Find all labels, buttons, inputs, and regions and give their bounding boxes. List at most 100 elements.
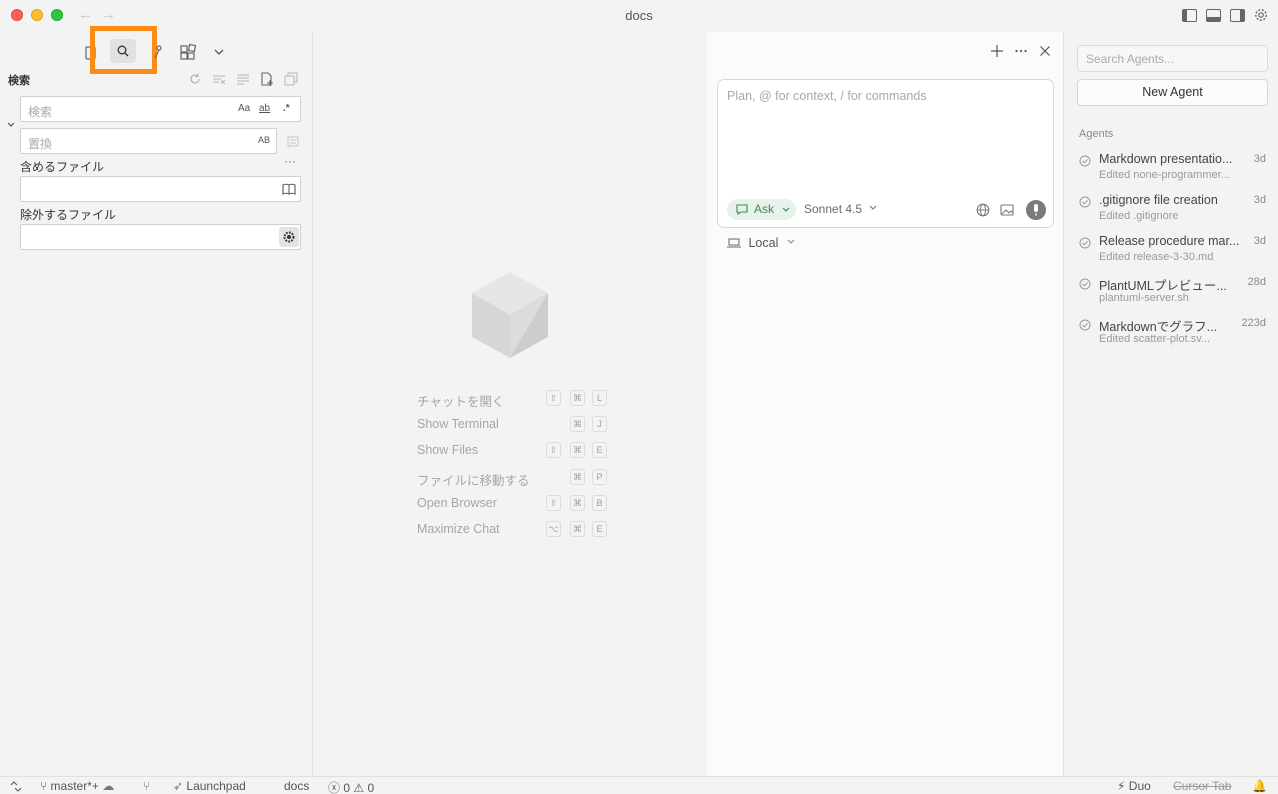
shortcut-key: E (592, 442, 607, 458)
globe-icon[interactable] (976, 203, 990, 217)
shortcut-key: L (592, 390, 607, 406)
cursor-tab-toggle[interactable]: Cursor Tab (1173, 779, 1231, 793)
shortcut-row[interactable]: Maximize Chat ⌥ ⌘ E (417, 521, 617, 539)
completed-check-icon (1079, 196, 1091, 208)
shortcut-key: ⌘ (570, 390, 585, 406)
replace-input[interactable]: 置換 AB (20, 128, 277, 154)
microphone-icon (1034, 204, 1038, 216)
shortcut-key: ⌘ (570, 495, 585, 511)
image-icon[interactable] (1000, 204, 1014, 216)
duo-button[interactable]: ⚡ Duo (1117, 779, 1151, 793)
open-book-icon[interactable] (282, 183, 296, 195)
match-case-toggle[interactable]: Aa (238, 103, 250, 114)
search-input[interactable]: 検索 Aa ab .* (20, 96, 301, 122)
remote-indicator-icon[interactable] (10, 781, 22, 792)
replace-all-icon[interactable] (286, 134, 300, 148)
status-bar: ⑂ master*+ ☁ ⑂ ➶ Launchpad docs ⓧ 0 ⚠ 0 … (0, 776, 1278, 794)
shortcut-key: ⌘ (570, 521, 585, 537)
settings-gear-icon[interactable] (1254, 8, 1268, 22)
preserve-case-toggle[interactable]: AB (258, 135, 270, 145)
shortcut-row[interactable]: チャットを開く ⇧ ⌘ L (417, 390, 617, 409)
branch-indicator[interactable]: ⑂ master*+ ☁ (40, 779, 114, 793)
mode-label: Ask (754, 202, 775, 216)
include-files-label: 含めるファイル (20, 160, 105, 174)
files-to-include-input[interactable] (20, 176, 301, 202)
agent-title: Markdown presentatio... (1099, 152, 1233, 166)
shortcut-key: B (592, 495, 607, 511)
use-regex-toggle[interactable]: .* (283, 103, 290, 114)
problems-indicator[interactable]: ⓧ 0 ⚠ 0 (328, 779, 374, 794)
git-graph-icon[interactable]: ⑂ (143, 779, 150, 793)
source-control-icon[interactable] (150, 42, 164, 62)
agent-title: .gitignore file creation (1099, 193, 1218, 207)
environment-selector[interactable]: Local (727, 236, 795, 250)
shortcut-key: ⇧ (546, 495, 561, 511)
agent-list-item[interactable]: PlantUMLプレビュー... plantuml-server.sh 28d (1079, 275, 1269, 313)
toggle-primary-sidebar-icon[interactable] (1182, 9, 1197, 22)
new-agent-button[interactable]: New Agent (1077, 79, 1268, 106)
shortcut-row[interactable]: Show Terminal ⌘ J (417, 416, 617, 434)
shortcut-row[interactable]: Open Browser ⇧ ⌘ B (417, 495, 617, 513)
agent-list-item[interactable]: .gitignore file creation Edited .gitignor… (1079, 193, 1269, 231)
model-selector[interactable]: Sonnet 4.5 (804, 202, 877, 216)
toggle-secondary-sidebar-icon[interactable] (1230, 9, 1245, 22)
shortcut-label: チャットを開く (417, 395, 505, 409)
launchpad-button[interactable]: ➶ Launchpad (173, 779, 246, 793)
extensions-icon[interactable] (178, 42, 200, 62)
mode-selector[interactable]: Ask (727, 199, 796, 220)
chevron-down-icon (782, 207, 790, 212)
agent-list-item[interactable]: Release procedure mar... Edited release-3… (1079, 234, 1269, 272)
duo-icon: ⚡ (1117, 779, 1126, 793)
new-search-editor-icon[interactable] (260, 72, 274, 86)
shortcut-row[interactable]: Show Files ⇧ ⌘ E (417, 442, 617, 460)
agent-title: Release procedure mar... (1099, 234, 1240, 248)
use-exclude-settings-button[interactable] (279, 227, 299, 247)
agent-age: 3d (1253, 194, 1266, 206)
collapse-list-icon[interactable] (236, 72, 250, 86)
plus-icon[interactable] (990, 44, 1004, 58)
more-options-icon[interactable]: ··· (284, 154, 296, 168)
close-icon[interactable] (1038, 44, 1052, 58)
toggle-replace-chevron-icon[interactable] (6, 120, 16, 130)
agent-subtitle: Edited none-programmer... (1099, 169, 1230, 181)
chevron-down-icon[interactable] (212, 42, 226, 62)
files-to-exclude-input[interactable] (20, 224, 301, 250)
workspace-folder[interactable]: docs (284, 779, 309, 793)
agent-list-item[interactable]: Markdownでグラフ... Edited scatter-plot.sv...… (1079, 316, 1269, 354)
voice-input-button[interactable] (1026, 200, 1046, 220)
search-agents-input[interactable]: Search Agents... (1077, 45, 1268, 72)
exclude-files-label: 除外するファイル (20, 208, 117, 222)
agent-age: 3d (1253, 235, 1266, 247)
search-sidebar: 検索 検索 Aa ab .* 置換 AB 含めるファイル ··· 除外するファイ… (0, 26, 313, 776)
shortcut-label: ファイルに移動する (417, 474, 530, 488)
shortcut-label: Show Terminal (417, 417, 499, 431)
cursor-logo-icon (472, 272, 548, 358)
window-title: docs (625, 8, 653, 23)
environment-label: Local (748, 236, 779, 250)
agents-panel: Search Agents... New Agent Agents Markdo… (1065, 32, 1278, 776)
toggle-panel-icon[interactable] (1206, 9, 1221, 22)
chat-composer[interactable]: Plan, @ for context, / for commands Ask … (717, 79, 1054, 228)
search-section-title: 検索 (8, 75, 30, 87)
highlight-annotation-box (90, 26, 157, 74)
completed-check-icon (1079, 155, 1091, 167)
shortcut-key: ⇧ (546, 390, 561, 406)
model-label: Sonnet 4.5 (804, 202, 863, 216)
expand-all-icon[interactable] (284, 72, 298, 86)
shortcut-key: ⌥ (546, 521, 561, 537)
shortcut-key: ⌘ (570, 442, 585, 458)
notifications-bell-icon[interactable]: 🔔 (1252, 779, 1267, 793)
refresh-icon[interactable] (188, 72, 202, 86)
agent-age: 223d (1241, 317, 1266, 329)
clear-results-icon[interactable] (212, 72, 226, 86)
shortcut-key: ⇧ (546, 442, 561, 458)
shortcut-key: ⌘ (570, 416, 585, 432)
agent-list-item[interactable]: Markdown presentatio... Edited none-progr… (1079, 152, 1269, 190)
git-branch-icon: ⑂ (40, 779, 48, 793)
shortcut-row[interactable]: ファイルに移動する ⌘ P (417, 469, 617, 488)
editor-empty-state: チャットを開く ⇧ ⌘ L Show Terminal ⌘ J Show Files ⇧ ⌘ E ファ… (313, 32, 707, 776)
composer-placeholder: Plan, @ for context, / for commands (727, 89, 927, 103)
agent-age: 28d (1247, 276, 1266, 288)
match-whole-word-toggle[interactable]: ab (259, 103, 270, 114)
more-horizontal-icon[interactable] (1014, 44, 1028, 58)
